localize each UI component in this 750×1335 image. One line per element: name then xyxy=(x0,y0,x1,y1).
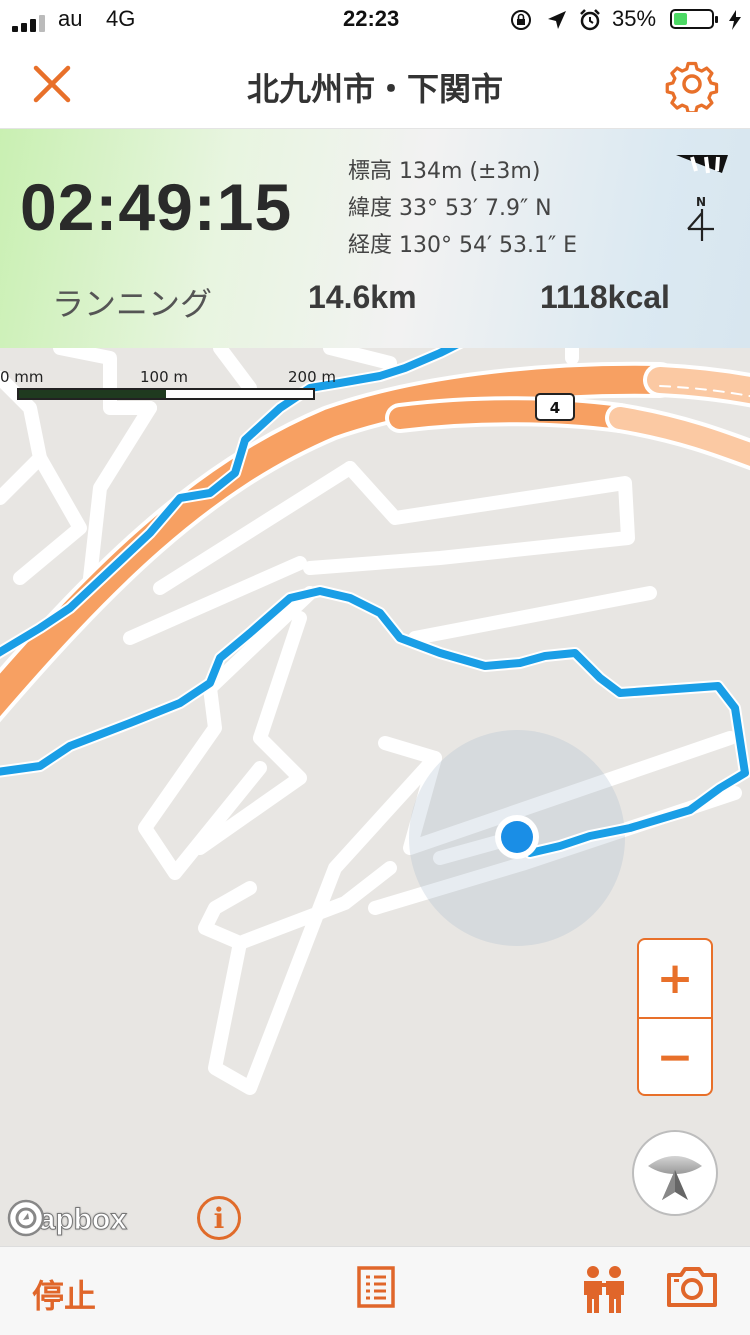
alarm-icon xyxy=(580,9,600,31)
map-view[interactable]: 4 0 mm 100 m 200 m + − mapbox i xyxy=(0,348,750,1246)
info-icon: i xyxy=(213,1202,225,1235)
settings-button[interactable] xyxy=(664,56,720,115)
log-button[interactable] xyxy=(356,1265,396,1313)
activity-type: ランニング xyxy=(52,285,213,323)
mapbox-logo[interactable]: mapbox xyxy=(6,1198,128,1242)
scale-label-100: 100 m xyxy=(140,368,189,386)
north-arrow-icon xyxy=(687,209,714,241)
rotation-lock-icon xyxy=(511,10,531,30)
carrier: au xyxy=(58,6,83,31)
location-arrow-icon xyxy=(548,11,566,29)
road-number: 4 xyxy=(550,399,560,417)
zoom-in-button[interactable]: + xyxy=(639,940,711,1018)
battery-icon xyxy=(670,9,718,29)
status-bar: au 4G 22:23 35% xyxy=(0,0,750,40)
minus-icon: − xyxy=(656,1032,694,1083)
zoom-control: + − xyxy=(637,938,713,1096)
zoom-out-button[interactable]: − xyxy=(639,1019,711,1097)
page-title: 北九州市・下関市 xyxy=(246,70,503,108)
streets xyxy=(0,348,742,1095)
scale-bar xyxy=(17,388,315,400)
battery-percent: 35% xyxy=(612,6,657,31)
people-icon xyxy=(584,1266,624,1313)
gps-signal-icon xyxy=(676,155,728,174)
distance: 14.6km xyxy=(308,279,417,315)
scale-label-200: 200 m xyxy=(288,368,337,386)
stats-panel: 02:49:15 標高 134m (±3m) 緯度 33° 53′ 7.9″ N… xyxy=(0,129,750,348)
camera-button[interactable] xyxy=(666,1265,718,1313)
map-canvas: 4 xyxy=(0,348,750,1095)
signal-icon xyxy=(12,12,52,32)
navigation-arrow-icon xyxy=(648,1156,702,1200)
highway xyxy=(0,361,750,723)
list-icon xyxy=(357,1266,395,1308)
longitude: 経度 130° 54′ 53.1″ E xyxy=(348,233,578,258)
camera-icon xyxy=(667,1267,717,1307)
charging-bolt-icon xyxy=(729,10,741,30)
road-shield: 4 xyxy=(535,393,575,421)
clock: 22:23 xyxy=(343,6,400,31)
tracking-mode-button[interactable] xyxy=(632,1130,718,1216)
companions-button[interactable] xyxy=(580,1265,628,1319)
altitude: 標高 134m (±3m) xyxy=(348,159,541,184)
latitude: 緯度 33° 53′ 7.9″ N xyxy=(348,196,552,221)
attribution-info-button[interactable]: i xyxy=(197,1196,241,1240)
nav-bar: 北九州市・下関市 xyxy=(0,40,750,129)
stop-button[interactable]: 停止 xyxy=(32,1271,96,1317)
gear-icon xyxy=(665,61,719,115)
bottom-toolbar: 停止 xyxy=(0,1246,750,1335)
network-type: 4G xyxy=(106,6,136,31)
calories: 1118kcal xyxy=(540,279,670,315)
current-location-dot xyxy=(501,821,533,853)
mapbox-icon xyxy=(7,1199,45,1237)
plus-icon: + xyxy=(656,953,694,1004)
scale-label-0: 0 mm xyxy=(0,368,44,386)
elapsed-time: 02:49:15 xyxy=(20,170,293,244)
compass: N xyxy=(672,151,732,251)
